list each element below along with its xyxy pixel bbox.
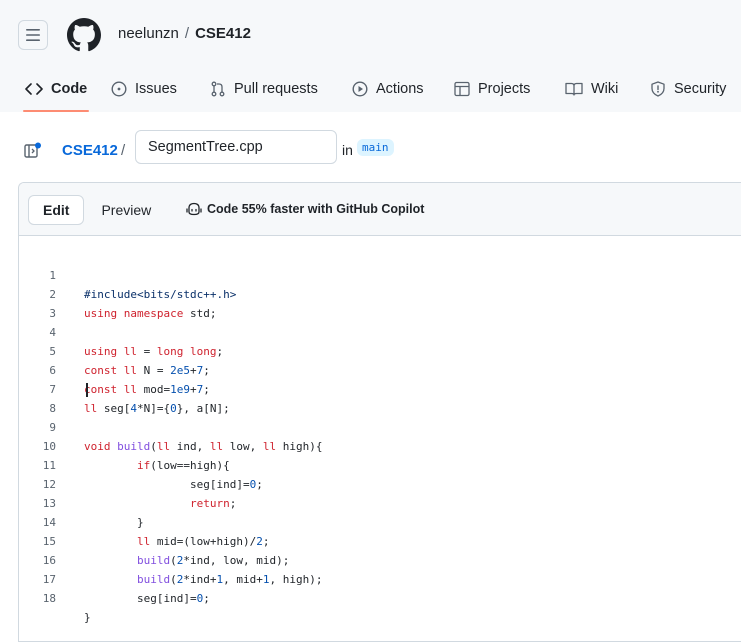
code-line: 18 }	[19, 570, 739, 624]
owner-link[interactable]: neelunzn	[118, 25, 179, 42]
github-logo-icon[interactable]	[67, 18, 101, 52]
path-separator: /	[121, 142, 126, 159]
issue-opened-icon	[111, 81, 127, 97]
text-caret	[86, 383, 88, 397]
path-repo-link[interactable]: CSE412	[62, 142, 118, 159]
line-content: seg[ind]=0;	[84, 592, 210, 605]
tab-issues-label: Issues	[135, 81, 177, 97]
code-line: 15 build(2*ind, low, mid);	[19, 513, 739, 567]
code-line: 3	[19, 285, 739, 320]
copilot-promo-label: Code 55% faster with GitHub Copilot	[207, 202, 425, 216]
preview-tab-button[interactable]: Preview	[86, 195, 166, 225]
table-icon	[454, 81, 470, 97]
edit-preview-toggle: Edit Preview	[28, 195, 166, 225]
global-header: neelunzn / CSE412 Code Issues Pull request…	[0, 0, 741, 113]
editor-toolbar: Edit Preview Code 55% faster with GitHub…	[19, 183, 741, 236]
line-content: }	[84, 611, 91, 624]
file-tree-toggle-icon[interactable]	[24, 142, 42, 165]
code-editor: Edit Preview Code 55% faster with GitHub…	[18, 182, 741, 642]
code-line: 1 #include<bits/stdc++.h>	[19, 247, 739, 301]
git-pull-request-icon	[210, 81, 226, 97]
code-line: 17 seg[ind]=0;	[19, 551, 739, 605]
code-line: 2 using namespace std;	[19, 266, 739, 320]
code-line: 8	[19, 380, 739, 415]
tab-actions[interactable]: Actions	[352, 66, 424, 112]
code-line: 13 }	[19, 475, 739, 529]
copilot-promo[interactable]: Code 55% faster with GitHub Copilot	[186, 202, 424, 216]
repo-link[interactable]: CSE412	[195, 25, 251, 42]
tab-code[interactable]: Code	[22, 66, 90, 112]
code-line: 16 build(2*ind+1, mid+1, high);	[19, 532, 739, 586]
tab-actions-label: Actions	[376, 81, 424, 97]
tab-wiki[interactable]: Wiki	[565, 66, 618, 112]
play-icon	[352, 81, 368, 97]
line-number: 18	[42, 592, 56, 605]
code-line: 5 const ll N = 2e5+7;	[19, 323, 739, 377]
tab-pull-requests[interactable]: Pull requests	[210, 66, 318, 112]
code-line: 6 const ll mod=1e9+7;	[19, 342, 739, 396]
repo-nav-tabs: Code Issues Pull requests Actions Projec…	[0, 66, 741, 112]
code-icon	[25, 82, 43, 96]
code-line: 4 using ll = long long;	[19, 304, 739, 358]
repo-breadcrumb: neelunzn / CSE412	[118, 25, 251, 42]
tab-wiki-label: Wiki	[591, 81, 619, 97]
tab-code-label: Code	[51, 81, 88, 97]
code-line: 12 return;	[19, 456, 739, 510]
tab-projects[interactable]: Projects	[454, 66, 530, 112]
edit-tab-button[interactable]: Edit	[28, 195, 85, 225]
code-line: 14 ll mid=(low+high)/2;	[19, 494, 739, 548]
in-branch-label: in	[342, 142, 353, 158]
tab-security[interactable]: Security	[650, 66, 726, 112]
breadcrumb-separator: /	[184, 25, 190, 42]
menu-icon	[26, 29, 40, 41]
tab-issues[interactable]: Issues	[111, 66, 177, 112]
book-icon	[565, 81, 583, 97]
code-line: 9 void build(ll ind, ll low, ll high){	[19, 399, 739, 453]
tab-security-label: Security	[674, 81, 727, 97]
tab-projects-label: Projects	[478, 81, 531, 97]
filename-input[interactable]	[135, 130, 337, 164]
shield-icon	[650, 81, 666, 97]
tab-pull-requests-label: Pull requests	[234, 81, 318, 97]
code-line: 10 if(low==high){	[19, 418, 739, 472]
branch-badge[interactable]: main	[357, 139, 394, 156]
copilot-icon	[186, 202, 202, 216]
hamburger-menu-button[interactable]	[18, 20, 48, 50]
code-line: 7 ll seg[4*N]={0}, a[N];	[19, 361, 739, 415]
code-line: 11 seg[ind]=0;	[19, 437, 739, 491]
